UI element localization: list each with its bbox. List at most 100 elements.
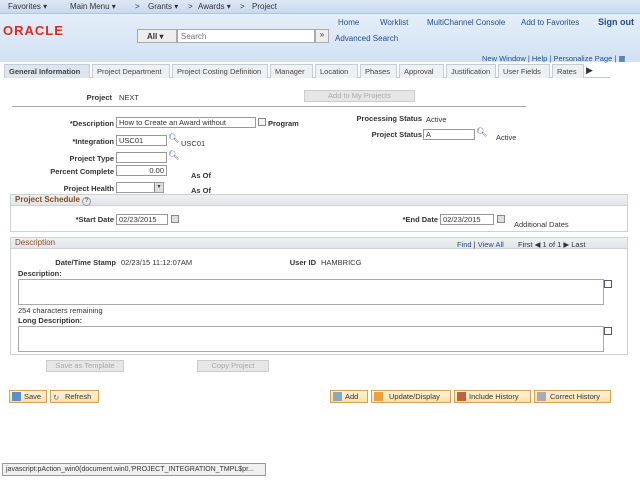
awards-menu[interactable]: Awards ▾ — [198, 2, 231, 11]
project-status-lookup-icon[interactable]: 🔍︎ — [476, 127, 487, 138]
refresh-label: Refresh — [65, 392, 92, 401]
project-health-label: Project Health — [63, 184, 114, 193]
as-of-label: As Of — [191, 171, 212, 180]
expand-icon[interactable] — [604, 327, 612, 335]
add-button[interactable]: Add — [330, 390, 368, 403]
integration-lookup-icon[interactable]: 🔍︎ — [168, 133, 179, 144]
row-count: 1 of 1 — [542, 240, 562, 249]
tab-bar: General Information Project Department P… — [4, 64, 610, 78]
end-date-label: *End Date — [402, 215, 438, 224]
search-input[interactable] — [177, 29, 315, 43]
last-link[interactable]: Last — [571, 240, 585, 249]
end-date-input[interactable]: 02/23/2015 — [440, 214, 494, 225]
update-display-button[interactable]: Update/Display — [371, 390, 451, 403]
tab-project-costing-definition[interactable]: Project Costing Definition — [172, 64, 268, 78]
find-link[interactable]: Find — [457, 240, 472, 249]
page-links: New Window | Help | Personalize Page | ▦ — [482, 54, 626, 63]
program-checkbox[interactable] — [258, 118, 266, 126]
project-crumb[interactable]: Project — [252, 2, 277, 11]
correct-history-icon — [537, 392, 546, 401]
timestamp-value: 02/23/15 11:12:07AM — [121, 258, 193, 267]
description-text-label: Description: — [18, 269, 62, 278]
processing-status-label: Processing Status — [356, 114, 422, 123]
description-textarea[interactable] — [18, 279, 604, 305]
help-icon[interactable]: ? — [82, 197, 92, 206]
tab-rates[interactable]: Rates — [552, 64, 584, 78]
description-title: Description — [15, 238, 56, 247]
long-description-label: Long Description: — [18, 316, 83, 325]
add-favorites-link[interactable]: Add to Favorites — [521, 18, 579, 27]
percent-complete-input[interactable]: 0.00 — [116, 165, 167, 176]
tab-justification[interactable]: Justification — [446, 64, 496, 78]
sign-out-link[interactable]: Sign out — [598, 17, 634, 27]
next-icon[interactable]: ▶ — [563, 240, 569, 249]
project-status-desc: Active — [496, 133, 517, 142]
save-button[interactable]: Save — [9, 390, 47, 403]
calendar-icon[interactable] — [497, 215, 505, 223]
home-link[interactable]: Home — [338, 18, 359, 27]
characters-remaining: 254 characters remaining — [18, 306, 103, 315]
tab-general-information[interactable]: General Information — [4, 64, 90, 78]
grid-nav: Find | View All First ◀ 1 of 1 ▶ Last — [457, 240, 586, 249]
help-link[interactable]: Help — [532, 54, 547, 63]
worklist-link[interactable]: Worklist — [380, 18, 408, 27]
breadcrumb-sep: > — [135, 2, 140, 11]
refresh-button[interactable]: ↻ Refresh — [50, 390, 99, 403]
start-date-label: *Start Date — [75, 215, 114, 224]
status-bar: javascript:pAction_win0(document.win0,'P… — [2, 463, 266, 476]
copy-project-button[interactable]: Copy Project — [197, 360, 269, 372]
favorites-menu[interactable]: Favorites ▾ — [8, 2, 47, 11]
grid-icon[interactable]: ▦ — [618, 54, 625, 63]
chevron-down-icon[interactable]: ▾ — [154, 183, 163, 192]
processing-status-value: Active — [426, 115, 447, 124]
program-label: Program — [268, 119, 299, 128]
integration-desc: USC01 — [181, 139, 206, 148]
project-type-input[interactable] — [116, 152, 167, 163]
description-label: *Description — [69, 119, 114, 128]
grants-menu[interactable]: Grants ▾ — [148, 2, 178, 11]
tab-manager[interactable]: Manager — [270, 64, 313, 78]
view-all-link[interactable]: View All — [478, 240, 504, 249]
start-date-input[interactable]: 02/23/2015 — [116, 214, 168, 225]
tab-location[interactable]: Location — [315, 64, 358, 78]
integration-input[interactable]: USC01 — [116, 135, 167, 146]
include-history-label: Include History — [469, 392, 519, 401]
search-scope-value: All — [147, 32, 158, 41]
update-display-label: Update/Display — [389, 392, 440, 401]
include-history-button[interactable]: Include History — [454, 390, 531, 403]
multichannel-link[interactable]: MultiChannel Console — [427, 18, 505, 27]
tab-user-fields[interactable]: User Fields — [498, 64, 550, 78]
save-as-template-button[interactable]: Save as Template — [46, 360, 124, 372]
pencil-icon — [374, 392, 383, 401]
description-input[interactable]: How to Create an Award without — [116, 117, 256, 128]
project-type-lookup-icon[interactable]: 🔍︎ — [168, 150, 179, 161]
breadcrumb-sep: > — [240, 2, 245, 11]
integration-label: *Integration — [72, 137, 114, 146]
percent-complete-label: Percent Complete — [50, 167, 114, 176]
tab-project-department[interactable]: Project Department — [92, 64, 170, 78]
correct-history-button[interactable]: Correct History — [534, 390, 611, 403]
search-go-button[interactable]: » — [315, 29, 329, 43]
project-status-input[interactable]: A — [423, 129, 475, 140]
tab-phases[interactable]: Phases — [360, 64, 397, 78]
user-id-label: User ID — [289, 258, 316, 267]
add-to-my-projects-button[interactable]: Add to My Projects — [304, 90, 415, 102]
divider — [12, 106, 526, 107]
expand-icon[interactable] — [604, 280, 612, 288]
first-link[interactable]: First — [518, 240, 533, 249]
main-menu[interactable]: Main Menu ▾ — [70, 2, 116, 11]
project-type-label: Project Type — [69, 154, 114, 163]
new-window-link[interactable]: New Window — [482, 54, 526, 63]
additional-dates-link[interactable]: Additional Dates — [514, 220, 569, 229]
oracle-logo: ORACLE — [3, 23, 64, 38]
tab-scroll-right-icon[interactable]: ▶ — [586, 65, 593, 76]
advanced-search-link[interactable]: Advanced Search — [335, 34, 398, 43]
project-health-select[interactable]: ▾ — [116, 182, 164, 193]
long-description-textarea[interactable] — [18, 326, 604, 352]
previous-icon[interactable]: ◀ — [535, 240, 541, 249]
project-status-label: Project Status — [371, 130, 422, 139]
calendar-icon[interactable] — [171, 215, 179, 223]
search-scope-select[interactable]: All ▾ — [137, 29, 177, 43]
personalize-link[interactable]: Personalize Page — [553, 54, 612, 63]
tab-approval[interactable]: Approval — [399, 64, 444, 78]
